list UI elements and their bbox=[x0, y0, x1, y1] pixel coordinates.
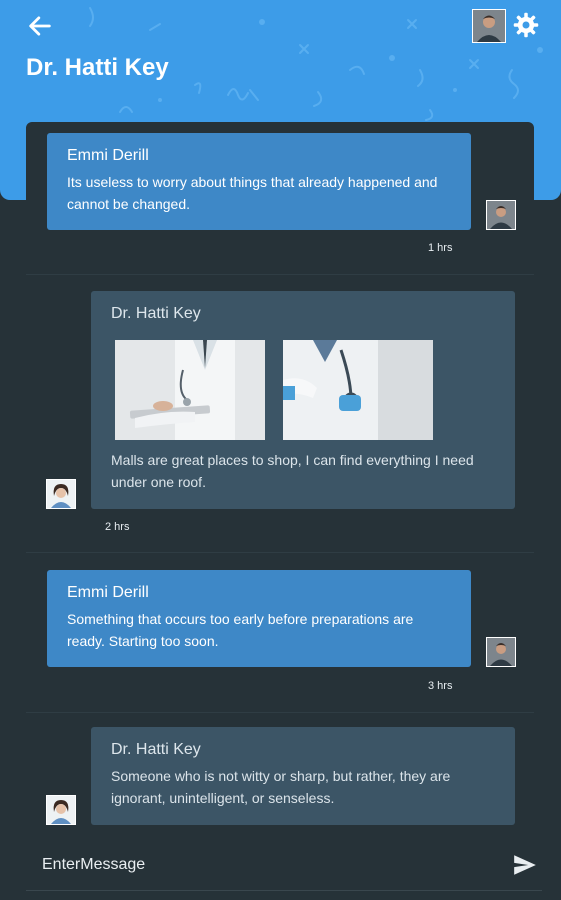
message-sender: Dr. Hatti Key bbox=[111, 305, 201, 322]
message-time: 3 hrs bbox=[428, 680, 453, 692]
message-bubble-incoming: Dr. Hatti Key Malls are great places to … bbox=[91, 291, 515, 509]
message-bubble-outgoing: Emmi Derill Something that occurs too ea… bbox=[47, 570, 471, 667]
avatar bbox=[46, 795, 76, 825]
message-bubble-incoming: Dr. Hatti Key Someone who is not witty o… bbox=[91, 727, 515, 825]
message-time: 2 hrs bbox=[105, 521, 130, 533]
message-bubble-outgoing: Emmi Derill Its useless to worry about t… bbox=[47, 133, 471, 230]
message-sender: Emmi Derill bbox=[67, 584, 149, 601]
page-title: Dr. Hatti Key bbox=[26, 54, 169, 81]
message-sender: Dr. Hatti Key bbox=[111, 741, 201, 758]
message-time: 1 hrs bbox=[428, 242, 453, 254]
message-composer bbox=[26, 838, 542, 891]
avatar[interactable] bbox=[472, 9, 506, 43]
message-sender: Emmi Derill bbox=[67, 147, 149, 164]
message-text: Malls are great places to shop, I can fi… bbox=[111, 452, 474, 490]
avatar bbox=[46, 479, 76, 509]
doctor-with-stethoscope-photo[interactable] bbox=[283, 340, 433, 440]
message-text: Something that occurs too early before p… bbox=[67, 611, 414, 649]
message-input[interactable] bbox=[40, 850, 484, 880]
divider bbox=[26, 274, 534, 275]
message-text: Someone who is not witty or sharp, but r… bbox=[111, 768, 451, 806]
divider bbox=[26, 712, 534, 713]
divider bbox=[26, 552, 534, 553]
arrow-left-icon[interactable] bbox=[26, 12, 54, 40]
avatar bbox=[486, 200, 516, 230]
avatar bbox=[486, 637, 516, 667]
gear-icon[interactable] bbox=[512, 11, 540, 39]
send-icon[interactable] bbox=[512, 852, 538, 878]
message-text: Its useless to worry about things that a… bbox=[67, 174, 438, 212]
doctor-with-tablet-photo[interactable] bbox=[115, 340, 265, 440]
chat-messages-panel[interactable]: Emmi Derill Its useless to worry about t… bbox=[26, 122, 534, 827]
